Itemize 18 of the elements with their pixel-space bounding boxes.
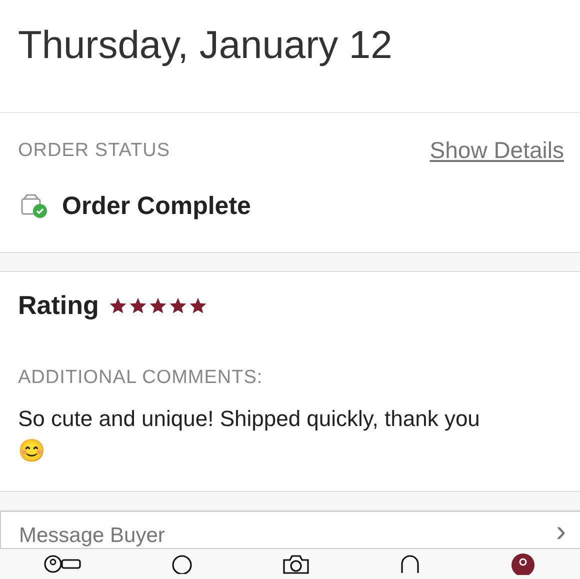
profile-card-icon[interactable] [44,554,82,574]
star-icon [108,297,127,314]
star-icon [188,297,207,314]
star-icon [148,297,167,314]
comments-label: ADDITIONAL COMMENTS: [18,367,264,389]
section-label: ORDER STATUS [18,140,170,162]
show-details-link[interactable]: Show Details [430,137,564,164]
rating-label: Rating [18,290,99,321]
camera-icon[interactable] [282,554,310,574]
star-icon [128,297,147,314]
bag-icon[interactable] [398,554,422,574]
profile-icon[interactable] [510,553,536,575]
order-status: Order Complete [62,192,251,221]
date-heading: Thursday, January 12 [18,24,394,68]
star-icon [168,297,187,314]
comment-text: So cute and unique! Shipped quickly, thank you 😊 [18,405,481,465]
box-check-icon [20,194,48,220]
message-buyer-row[interactable]: Message Buyer › [0,511,580,549]
